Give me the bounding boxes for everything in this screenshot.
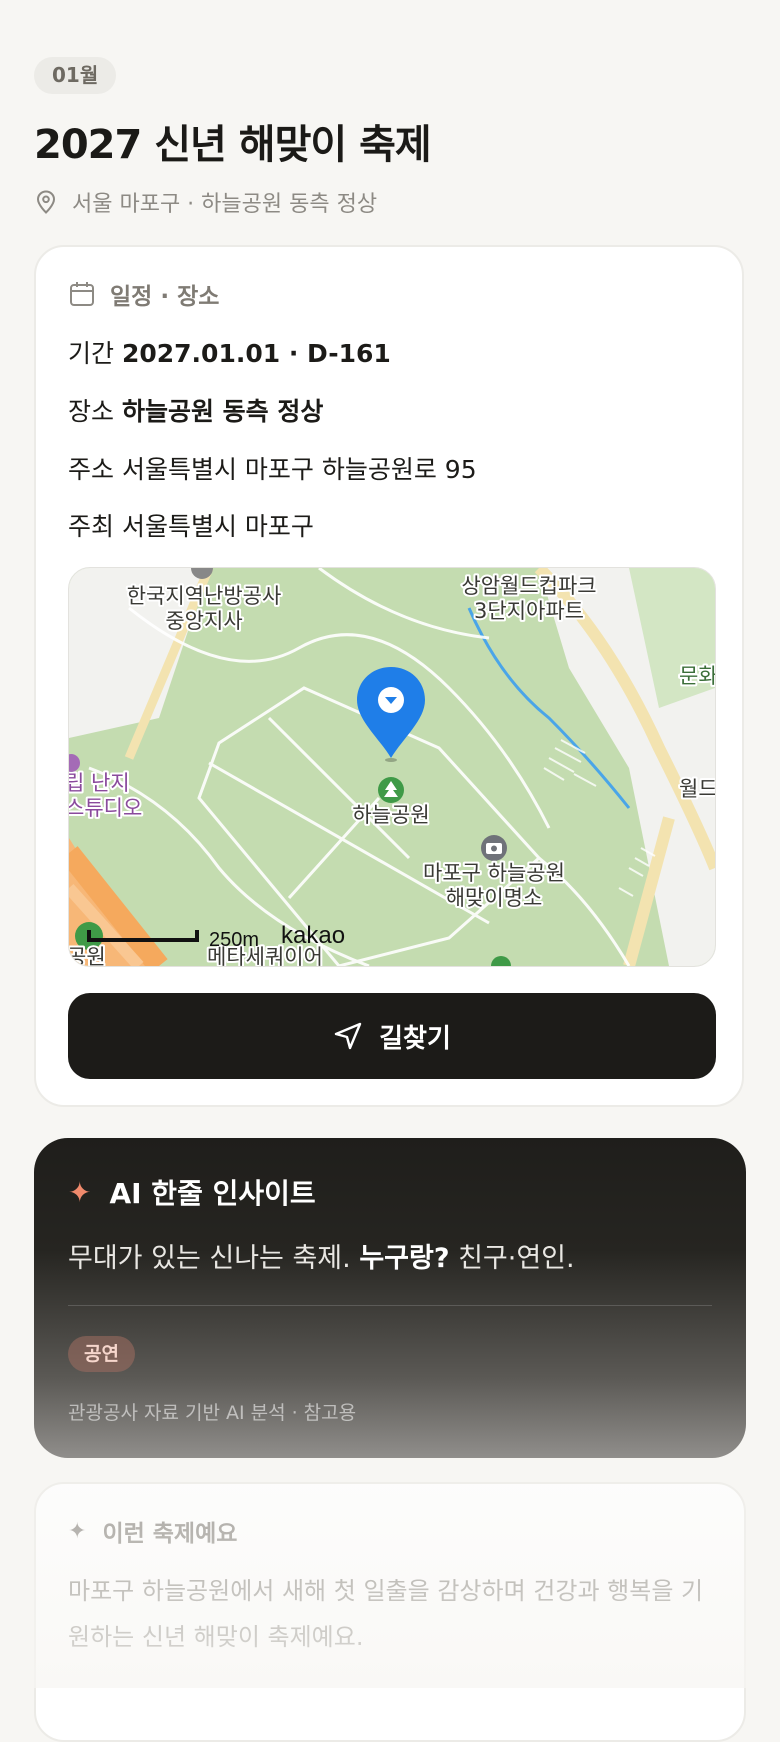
navigation-arrow-icon (334, 1022, 362, 1050)
place-row: 장소 하늘공원 동측 정상 (68, 392, 323, 428)
ai-heading-label: AI 한줄 인사이트 (109, 1177, 316, 1210)
host-row: 주최 서울특별시 마포구 (68, 507, 314, 543)
map-label-culture: 문화 (679, 664, 715, 688)
schedule-place-card: 일정 · 장소 기간 2027.01.01 · D-161 장소 하늘공원 동측… (34, 245, 744, 1107)
address-label: 주소 (68, 455, 115, 484)
festival-detail-page: 01월 2027 신년 해맞이 축제 서울 마포구 · 하늘공원 동측 정상 일… (0, 0, 780, 1742)
map-label-worldcup-2: 3단지아파트 (474, 599, 584, 623)
divider (68, 1305, 712, 1306)
about-heading: ✦ 이런 축제예요 (68, 1514, 237, 1548)
category-tag: 공연 (68, 1336, 135, 1372)
place-value: 하늘공원 동측 정상 (121, 397, 324, 426)
map-label-sunrise: 마포구 하늘공원 (423, 861, 565, 885)
map-label-heating-2: 중앙지사 (165, 609, 242, 633)
kakao-logo: kakao (281, 922, 345, 949)
period-row: 기간 2027.01.01 · D-161 (68, 334, 391, 370)
map-scale-label: 250m (209, 929, 259, 951)
about-festival-card: ✦ 이런 축제예요 마포구 하늘공원에서 새해 첫 일출을 감상하며 건강과 행… (34, 1482, 746, 1742)
ai-text-suffix: 친구·연인. (449, 1243, 575, 1274)
map-label-worldcup: 상암월드컵파크 (461, 574, 596, 598)
calendar-icon (70, 282, 94, 306)
map-label-park-bottom: 공원 (69, 945, 106, 966)
ai-insight-card: ✦ AI 한줄 인사이트 무대가 있는 신나는 축제. 누구랑? 친구·연인. … (34, 1138, 746, 1458)
month-badge: 01월 (34, 57, 117, 94)
map-label-heating: 한국지역난방공사 (127, 584, 282, 608)
map-label-studio-2: 스튜디오 (69, 796, 142, 820)
directions-button-label: 길찾기 (379, 1023, 451, 1054)
location-text: 서울 마포구 · 하늘공원 동측 정상 (72, 192, 378, 217)
host-value: 서울특별시 마포구 (121, 512, 314, 541)
about-heading-label: 이런 축제예요 (102, 1521, 238, 1547)
map-canvas[interactable]: 한국지역난방공사 중앙지사 상암월드컵파크 3단지아파트 문화 립 난지 스튜디… (69, 568, 715, 966)
location-map[interactable]: 한국지역난방공사 중앙지사 상암월드컵파크 3단지아파트 문화 립 난지 스튜디… (68, 567, 716, 967)
address-value: 서울특별시 마포구 하늘공원로 95 (121, 455, 477, 484)
ai-disclaimer: 관광공사 자료 기반 AI 분석 · 참고용 (68, 1402, 357, 1424)
map-label-sunrise-2: 해맞이명소 (446, 886, 543, 910)
period-value: 2027.01.01 · D-161 (121, 339, 391, 368)
ai-heading: ✦ AI 한줄 인사이트 (68, 1172, 316, 1212)
map-label-world: 월드 (679, 777, 715, 801)
period-label: 기간 (68, 339, 115, 368)
directions-button[interactable]: 길찾기 (68, 993, 716, 1079)
map-label-haneul: 하늘공원 (352, 803, 429, 827)
page-title: 2027 신년 해맞이 축제 (34, 122, 432, 168)
location-line: 서울 마포구 · 하늘공원 동측 정상 (36, 186, 377, 218)
map-label-studio: 립 난지 (69, 771, 130, 795)
ai-text-bold: 누구랑? (359, 1243, 450, 1274)
host-label: 주최 (68, 512, 115, 541)
sparkle-icon: ✦ (68, 1175, 92, 1209)
ai-text-prefix: 무대가 있는 신나는 축제. (68, 1243, 360, 1274)
place-label: 장소 (68, 397, 115, 426)
card-heading: 일정 · 장소 (68, 277, 219, 311)
about-description: 마포구 하늘공원에서 새해 첫 일출을 감상하며 건강과 행복을 기원하는 신년… (68, 1577, 704, 1651)
map-pin-icon (36, 190, 56, 214)
sparkle-icon: ✦ (68, 1518, 87, 1544)
card-heading-label: 일정 · 장소 (110, 284, 220, 310)
ai-insight-text: 무대가 있는 신나는 축제. 누구랑? 친구·연인. (68, 1236, 575, 1275)
address-row: 주소 서울특별시 마포구 하늘공원로 95 (68, 450, 477, 486)
